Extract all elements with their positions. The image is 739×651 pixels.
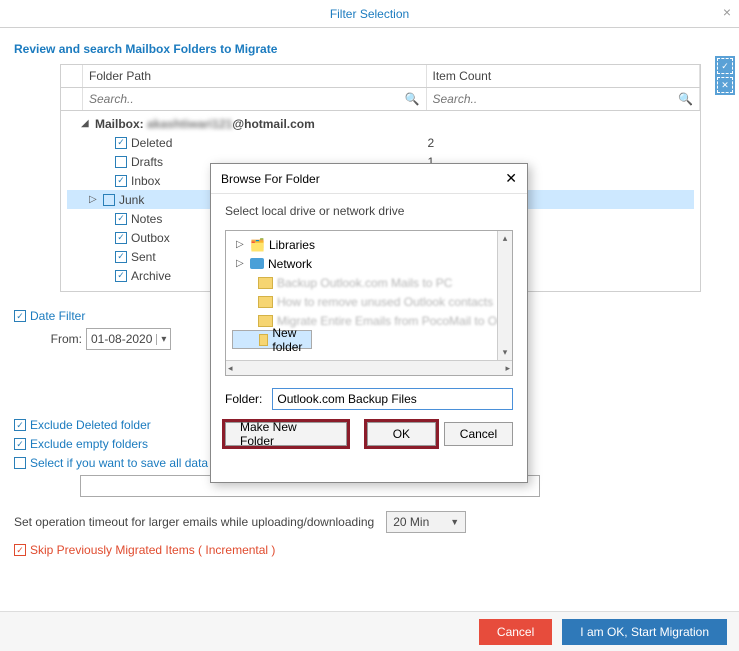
search-icon[interactable]: 🔍 xyxy=(399,92,426,106)
dialog-close-icon[interactable]: ✕ xyxy=(505,170,517,187)
cancel-button[interactable]: Cancel xyxy=(444,422,513,446)
expand-icon[interactable]: ▷ xyxy=(236,239,246,250)
ok-button[interactable]: OK xyxy=(367,422,436,446)
make-new-folder-button[interactable]: Make New Folder xyxy=(225,422,347,446)
search-item-count[interactable] xyxy=(427,88,673,110)
tree-label: How to remove unused Outlook contacts xyxy=(277,295,493,309)
folder-row[interactable]: ✓ Deleted 2 xyxy=(67,133,694,152)
expand-collapse-icon[interactable]: ▷ xyxy=(89,194,99,205)
date-filter-checkbox[interactable]: ✓ xyxy=(14,310,26,322)
folder-label: Outbox xyxy=(131,231,170,245)
page-heading: Review and search Mailbox Folders to Mig… xyxy=(14,42,725,56)
folder-checkbox[interactable]: ✓ xyxy=(115,251,127,263)
titlebar: Filter Selection × xyxy=(0,0,739,28)
folder-checkbox[interactable]: ✓ xyxy=(115,270,127,282)
col-header-count[interactable]: Item Count xyxy=(427,65,701,87)
footer-bar: Cancel I am OK, Start Migration xyxy=(0,611,739,651)
folder-checkbox[interactable]: ✓ xyxy=(115,156,127,168)
folder-icon xyxy=(258,315,273,327)
chevron-down-icon: ▼ xyxy=(450,517,459,527)
tree-item-libraries[interactable]: ▷ 🗂️ Libraries xyxy=(232,235,506,254)
folder-checkbox[interactable]: ✓ xyxy=(115,232,127,244)
libraries-icon: 🗂️ xyxy=(250,238,265,252)
folder-checkbox[interactable]: ✓ xyxy=(103,194,115,206)
folder-field-label: Folder: xyxy=(225,392,262,406)
mailbox-label-prefix: Mailbox: xyxy=(95,117,147,131)
vertical-scrollbar[interactable]: ▴▾ xyxy=(497,231,512,360)
skip-prev-checkbox[interactable]: ✓ xyxy=(14,544,26,556)
mailbox-account-suffix: @hotmail.com xyxy=(232,117,314,131)
folder-label: Junk xyxy=(119,193,144,207)
folder-browser-tree: ▷ 🗂️ Libraries ▷ Network Backup Outlook.… xyxy=(225,230,513,376)
folder-label: Inbox xyxy=(131,174,160,188)
select-all-icon[interactable]: ✓ xyxy=(717,58,733,74)
timeout-label: Set operation timeout for larger emails … xyxy=(14,515,374,529)
start-migration-button[interactable]: I am OK, Start Migration xyxy=(562,619,727,645)
window-title: Filter Selection xyxy=(330,7,409,21)
tree-label: Backup Outlook.com Mails to PC xyxy=(277,276,452,290)
timeout-value: 20 Min xyxy=(393,515,429,529)
tree-item-folder[interactable]: Backup Outlook.com Mails to PC xyxy=(232,273,506,292)
tree-label: Libraries xyxy=(269,238,315,252)
search-icon[interactable]: 🔍 xyxy=(672,92,699,106)
folder-label: Deleted xyxy=(131,136,172,150)
folder-label: Notes xyxy=(131,212,162,226)
horizontal-scrollbar[interactable]: ◂▸ xyxy=(226,360,512,375)
folder-label: Sent xyxy=(131,250,156,264)
folder-icon xyxy=(259,334,268,346)
exclude-deleted-checkbox[interactable]: ✓ xyxy=(14,419,26,431)
tree-label: New folder xyxy=(272,326,305,354)
folder-row-mailbox[interactable]: ◢ Mailbox: akashtiwari121@hotmail.com xyxy=(67,114,694,133)
tree-label: Network xyxy=(268,257,312,271)
date-from-input[interactable]: 01-08-2020 ▾ xyxy=(86,328,171,350)
network-icon xyxy=(250,258,264,269)
browse-for-folder-dialog: Browse For Folder ✕ Select local drive o… xyxy=(210,163,528,483)
mailbox-account-blur: akashtiwari121 xyxy=(147,117,232,131)
folder-checkbox[interactable]: ✓ xyxy=(115,213,127,225)
deselect-all-icon[interactable]: ✕ xyxy=(717,77,733,93)
skip-prev-label: Skip Previously Migrated Items ( Increme… xyxy=(30,543,275,557)
col-header-path[interactable]: Folder Path xyxy=(83,65,427,87)
date-from-value: 01-08-2020 xyxy=(91,332,152,346)
tree-item-folder[interactable]: New folder xyxy=(232,330,312,349)
tree-label: Migrate Entire Emails from PocoMail to O… xyxy=(277,314,504,328)
folder-label: Drafts xyxy=(131,155,163,169)
date-filter-label: Date Filter xyxy=(30,309,85,323)
folder-name-input[interactable] xyxy=(272,388,513,410)
expand-collapse-icon[interactable]: ◢ xyxy=(81,118,91,129)
folder-checkbox[interactable]: ✓ xyxy=(115,137,127,149)
exclude-empty-checkbox[interactable]: ✓ xyxy=(14,438,26,450)
folder-icon xyxy=(258,296,273,308)
search-folder-path[interactable] xyxy=(83,88,399,110)
select-all-buttons: ✓ ✕ xyxy=(715,56,735,95)
dialog-title: Browse For Folder xyxy=(221,172,320,186)
from-label: From: xyxy=(50,332,82,346)
tree-item-folder[interactable]: How to remove unused Outlook contacts xyxy=(232,292,506,311)
expand-icon[interactable]: ▷ xyxy=(236,258,246,269)
close-icon[interactable]: × xyxy=(723,4,731,20)
calendar-dropdown-icon[interactable]: ▾ xyxy=(156,334,166,345)
exclude-empty-label: Exclude empty folders xyxy=(30,437,148,451)
folder-label: Archive xyxy=(131,269,171,283)
folder-count: 2 xyxy=(428,136,695,150)
exclude-deleted-label: Exclude Deleted folder xyxy=(30,418,151,432)
save-all-checkbox[interactable]: ✓ xyxy=(14,457,26,469)
dialog-description: Select local drive or network drive xyxy=(225,204,513,218)
save-all-label: Select if you want to save all data i xyxy=(30,456,214,470)
cancel-button[interactable]: Cancel xyxy=(479,619,552,645)
timeout-select[interactable]: 20 Min ▼ xyxy=(386,511,466,533)
folder-checkbox[interactable]: ✓ xyxy=(115,175,127,187)
tree-item-network[interactable]: ▷ Network xyxy=(232,254,506,273)
folder-icon xyxy=(258,277,273,289)
